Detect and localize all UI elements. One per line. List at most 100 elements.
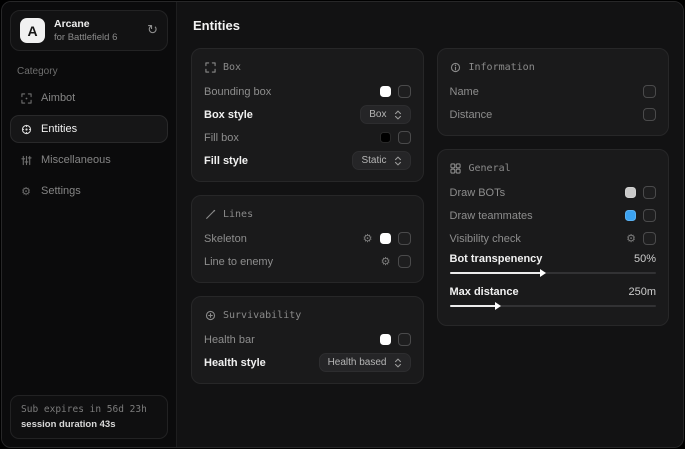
app-titles: Arcane for Battlefield 6 [54,18,117,43]
dropdown[interactable]: Static [352,151,410,170]
card-title: Survivability [223,310,301,321]
color-swatch[interactable] [380,233,391,244]
setting-row-bot-transpenency: Bot transpenency50% [450,250,657,283]
setting-controls: Static [352,151,410,170]
checkbox[interactable] [398,333,411,346]
session-duration-text: session duration 43s [21,419,157,430]
card-header: Box [204,61,411,73]
sidebar-item-miscellaneous[interactable]: Miscellaneous [10,146,168,174]
refresh-icon[interactable]: ↻ [147,24,158,37]
chevrons-updown-icon [394,358,402,368]
sidebar-item-label: Miscellaneous [41,154,111,166]
card-information: Information Name Distance [437,48,670,136]
setting-row-bounding-box: Bounding box [204,80,411,103]
app-logo: A [20,18,45,43]
dropdown[interactable]: Box [360,105,410,124]
app-window: A Arcane for Battlefield 6 ↻ Category Ai… [1,1,684,448]
setting-controls [625,186,656,199]
main-content: Entities Box Bounding box Box styleBox Fill… [177,2,683,447]
setting-label: Distance [450,109,636,121]
gear-icon[interactable]: ⚙ [363,233,373,244]
color-swatch[interactable] [625,187,636,198]
gear-icon[interactable]: ⚙ [626,233,636,244]
setting-controls [380,85,411,98]
checkbox[interactable] [398,85,411,98]
card-title: General [469,163,511,174]
setting-row-max-distance: Max distance250m [450,283,657,316]
setting-label: Visibility check [450,233,619,245]
sidebar: A Arcane for Battlefield 6 ↻ Category Ai… [2,2,177,447]
checkbox[interactable] [643,186,656,199]
gear-icon[interactable]: ⚙ [381,256,391,267]
sidebar-item-label: Settings [41,185,81,197]
setting-row-skeleton: Skeleton ⚙ [204,227,411,250]
gear-icon: ⚙ [20,185,32,197]
chevrons-updown-icon [394,110,402,120]
checkbox[interactable] [643,232,656,245]
setting-controls: ⚙ [381,255,411,268]
slider-track[interactable] [450,305,657,307]
card-survivability: SurvivabilityHealth barHealth styleHealt… [191,296,424,384]
category-label: Category [17,66,161,77]
slider-value: 50% [634,253,656,265]
setting-label: Fill box [204,132,372,144]
dropdown-value: Static [361,155,386,166]
checkbox[interactable] [398,232,411,245]
setting-label: Name [450,86,636,98]
setting-controls [643,108,656,121]
dropdown-value: Box [369,109,386,120]
sidebar-item-label: Entities [41,123,77,135]
setting-controls: ⚙ [363,232,411,245]
slider-fill [450,272,543,274]
card-title: Lines [223,209,253,220]
setting-controls [625,209,656,222]
left-column: Box Bounding box Box styleBox Fill box Fill … [191,48,424,384]
setting-controls [380,333,411,346]
sidebar-item-settings[interactable]: ⚙ Settings [10,177,168,205]
setting-label: Fill style [204,155,344,167]
setting-controls: Box [360,105,410,124]
checkbox[interactable] [643,209,656,222]
checkbox[interactable] [643,108,656,121]
setting-label: Skeleton [204,233,355,245]
setting-controls: ⚙ [626,232,656,245]
chevrons-updown-icon [394,156,402,166]
checkbox[interactable] [643,85,656,98]
checkbox[interactable] [398,255,411,268]
card-lines: Lines Skeleton ⚙ Line to enemy ⚙ [191,195,424,283]
setting-label: Line to enemy [204,256,373,268]
slider-fill [450,305,497,307]
color-swatch[interactable] [380,132,391,143]
line-icon [204,208,216,220]
setting-row-draw-teammates: Draw teammates [450,204,657,227]
sidebar-item-label: Aimbot [41,92,75,104]
card-header: Survivability [204,309,411,321]
slider-thumb[interactable] [495,302,501,310]
page-title: Entities [193,18,667,33]
setting-controls [643,85,656,98]
setting-controls [380,131,411,144]
sidebar-item-entities[interactable]: Entities [10,115,168,143]
sub-expires-text: Sub expires in 56d 23h [21,404,157,415]
slider-thumb[interactable] [540,269,546,277]
setting-row-draw-bots: Draw BOTs [450,181,657,204]
dropdown[interactable]: Health based [319,353,411,372]
card-box: Box Bounding box Box styleBox Fill box Fill … [191,48,424,182]
color-swatch[interactable] [380,334,391,345]
slider-track[interactable] [450,272,657,274]
color-swatch[interactable] [380,86,391,97]
card-header: Lines [204,208,411,220]
color-swatch[interactable] [625,210,636,221]
setting-row-health-bar: Health bar [204,328,411,351]
info-icon [450,61,462,73]
app-header: A Arcane for Battlefield 6 ↻ [10,10,168,51]
setting-row-distance: Distance [450,103,657,126]
setting-label: Bounding box [204,86,372,98]
setting-label: Max distance [450,286,629,298]
setting-label: Draw teammates [450,210,618,222]
setting-row-box-style: Box styleBox [204,103,411,126]
card-title: Information [469,62,535,73]
health-icon [204,309,216,321]
sidebar-item-aimbot[interactable]: Aimbot [10,84,168,112]
checkbox[interactable] [398,131,411,144]
